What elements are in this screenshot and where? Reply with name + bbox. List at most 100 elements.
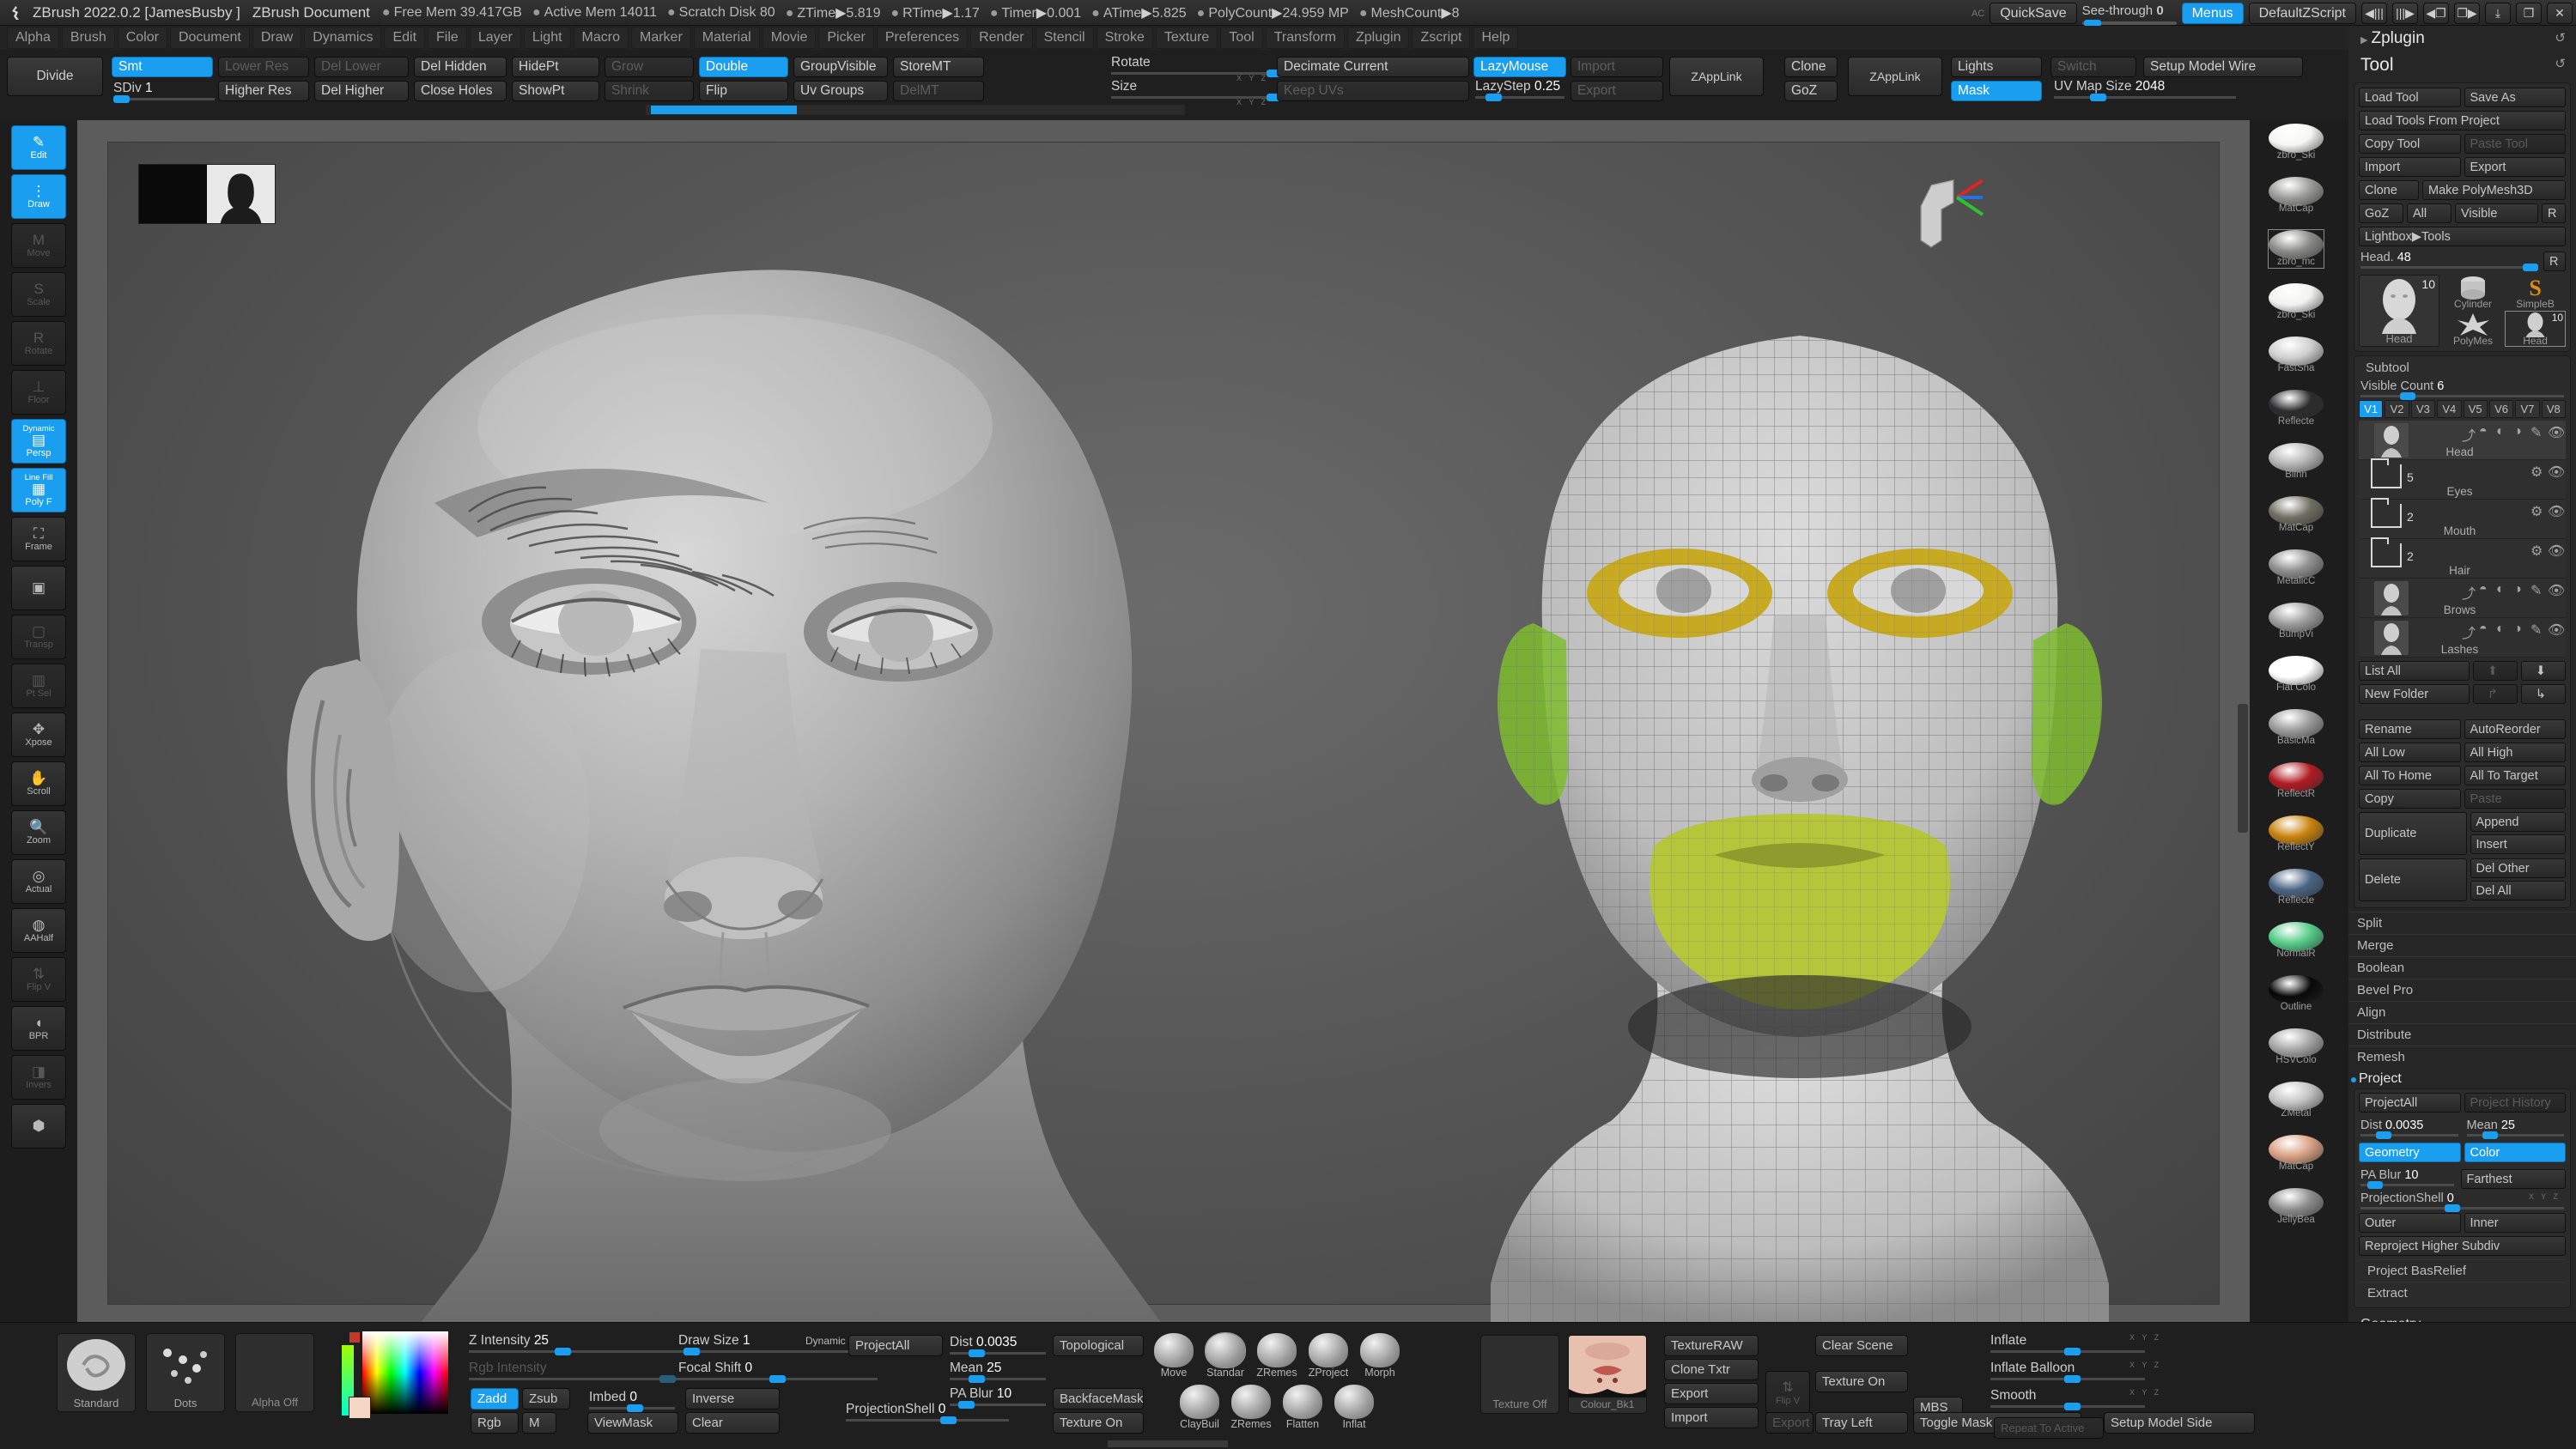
project-basrelief-item[interactable]: Project BasRelief (2359, 1259, 2566, 1282)
visible-count-slider[interactable]: Visible Count 6 (2360, 379, 2564, 397)
menu-edit[interactable]: Edit (384, 27, 425, 49)
rail-frame-button[interactable]: ⛶Frame (11, 517, 66, 561)
section-split[interactable]: Split (2348, 912, 2576, 934)
rail-persp3d-button[interactable]: ⬢ (11, 1104, 66, 1149)
visibility-tab-v7[interactable]: V7 (2515, 400, 2539, 418)
double-button[interactable]: Double (699, 57, 788, 77)
export-dim-button[interactable]: Export (1765, 1412, 1814, 1434)
zadd-button[interactable]: Zadd (471, 1388, 519, 1410)
rail-camera-button[interactable]: ▣ (11, 566, 66, 610)
uv-map-size-slider[interactable]: UV Map Size 2048 (2054, 79, 2236, 99)
menu-transform[interactable]: Transform (1266, 27, 1345, 49)
gear-icon[interactable]: ⚙ (2530, 543, 2543, 555)
material-17[interactable]: HSVColo (2269, 1028, 2324, 1066)
brush-icon[interactable]: ✎ (2530, 424, 2543, 437)
menu-help[interactable]: Help (1473, 27, 1518, 49)
smooth-slider[interactable]: Smooth (1990, 1388, 2145, 1408)
subtool-item-brows[interactable]: ⤴◓◐◑✎👁Brows (2359, 579, 2566, 618)
clear-scene-button[interactable]: Clear Scene (1815, 1335, 1908, 1356)
r-button[interactable]: R (2542, 203, 2566, 223)
secondary-color-swatch[interactable] (349, 1331, 361, 1343)
project-all-button[interactable]: ProjectAll (2359, 1093, 2461, 1113)
eye-icon[interactable]: 👁 (2548, 621, 2561, 634)
import-button[interactable]: Import (2359, 157, 2461, 177)
tool-thumb-head-large[interactable]: 10 Head (2359, 275, 2439, 347)
rail-zoom-button[interactable]: 🔍Zoom (11, 810, 66, 855)
material-2[interactable]: zbro_mc (2269, 230, 2324, 268)
dock-left-icon[interactable]: ◀❐ (2423, 3, 2449, 24)
rename-button[interactable]: Rename (2359, 719, 2461, 739)
viewport-canvas[interactable] (107, 142, 2220, 1305)
project-section-header[interactable]: Project (2348, 1068, 2576, 1088)
tool-thumb-simplebrush[interactable]: S SimpleB (2506, 275, 2565, 309)
z-intensity-slider[interactable]: Z Intensity 25 (469, 1333, 682, 1353)
contrast-icon[interactable]: ◑ (2513, 621, 2526, 634)
zsub-button[interactable]: Zsub (522, 1388, 570, 1410)
close-icon[interactable]: ✕ (2547, 3, 2573, 24)
flip-v-button[interactable]: ⇅ Flip V (1765, 1371, 1810, 1414)
circles-icon[interactable]: ◓ (2479, 582, 2492, 595)
sdiv-slider[interactable]: SDiv 1 (113, 81, 215, 100)
rail-transp-button[interactable]: ▢Transp (11, 615, 66, 659)
brush-icon[interactable]: ✎ (2530, 621, 2543, 634)
texture-off-thumbnail[interactable]: Texture Off (1480, 1335, 1559, 1414)
menu-document[interactable]: Document (170, 27, 250, 49)
brush-zremes[interactable]: ZRemes (1228, 1385, 1274, 1431)
minimize-icon[interactable]: ⤓ (2485, 3, 2511, 24)
store-mt-button[interactable]: StoreMT (893, 57, 984, 77)
brush-morph[interactable]: Morph (1357, 1333, 1403, 1379)
section-distribute[interactable]: Distribute (2348, 1023, 2576, 1046)
see-through-slider[interactable]: See-through 0 (2082, 2, 2177, 25)
all-low-button[interactable]: All Low (2359, 743, 2461, 762)
rail-ptsel-button[interactable]: ▥Pt Sel (11, 664, 66, 708)
menu-preferences[interactable]: Preferences (877, 27, 968, 49)
inflate-slider[interactable]: Inflate (1990, 1333, 2145, 1353)
arrow-icon[interactable]: ⤴ (2462, 621, 2475, 634)
arrow-icon[interactable]: ⤴ (2462, 424, 2475, 437)
import-texture-button[interactable]: Import (1664, 1407, 1759, 1428)
eye-icon[interactable]: 👁 (2548, 503, 2561, 516)
backface-mask-button[interactable]: BackfaceMask (1053, 1388, 1144, 1410)
size-slider[interactable]: Size (1111, 79, 1283, 99)
copy-tool-button[interactable]: Copy Tool (2359, 134, 2461, 154)
rgb-button[interactable]: Rgb (471, 1412, 519, 1434)
menu-stroke[interactable]: Stroke (1097, 27, 1153, 49)
new-folder-button[interactable]: New Folder (2359, 684, 2470, 704)
del-all-button[interactable]: Del All (2470, 881, 2567, 900)
rail-aahalf-button[interactable]: ◍AAHalf (11, 908, 66, 953)
del-lower-button[interactable]: Del Lower (314, 57, 409, 77)
zapplink-button[interactable]: ZAppLink (1669, 57, 1764, 96)
menu-tool[interactable]: Tool (1220, 27, 1262, 49)
project-history-button[interactable]: Project History (2464, 1093, 2567, 1113)
list-all-button[interactable]: List All (2359, 661, 2470, 681)
subtool-item-lashes[interactable]: ⤴◓◐◑✎👁Lashes (2359, 618, 2566, 658)
menu-zscript[interactable]: Zscript (1412, 27, 1470, 49)
rail-bpr-button[interactable]: ◖BPR (11, 1006, 66, 1051)
close-holes-button[interactable]: Close Holes (414, 81, 507, 101)
tool-thumb-cylinder[interactable]: Cylinder (2442, 275, 2504, 309)
m-button[interactable]: M (522, 1412, 556, 1434)
smt-button[interactable]: Smt (112, 57, 213, 77)
paste-tool-button[interactable]: Paste Tool (2464, 134, 2567, 154)
material-0[interactable]: zbro_Ski (2269, 124, 2324, 161)
half-circle-icon[interactable]: ◐ (2496, 621, 2509, 634)
current-brush-thumbnail[interactable]: Standard (57, 1333, 136, 1412)
export-button-shelf[interactable]: Export (1571, 81, 1663, 101)
lazystep-slider[interactable]: LazyStep 0.25 (1475, 79, 1564, 99)
brush-standar[interactable]: Standar (1202, 1333, 1249, 1379)
mean-slider[interactable]: Mean 25 (2467, 1119, 2565, 1137)
indent-icon[interactable]: ↳ (2521, 684, 2566, 704)
menu-zplugin[interactable]: Zplugin (1347, 27, 1409, 49)
eye-icon[interactable]: 👁 (2548, 543, 2561, 555)
horizontal-scrollbar[interactable] (1108, 1440, 1228, 1447)
geometry-toggle-button[interactable]: Geometry (2359, 1143, 2461, 1162)
group-visible-button[interactable]: GroupVisible (793, 57, 888, 77)
menu-stencil[interactable]: Stencil (1036, 27, 1094, 49)
grow-button[interactable]: Grow (605, 57, 694, 77)
mask-button[interactable]: Mask (1951, 81, 2042, 101)
topological-button[interactable]: Topological (1053, 1335, 1144, 1356)
view-mask-button[interactable]: ViewMask (587, 1412, 678, 1434)
mean-slider-bottom[interactable]: Mean 25 (950, 1361, 1046, 1380)
subtool-item-hair[interactable]: 2⚙👁Hair (2359, 539, 2566, 579)
insert-button[interactable]: Insert (2470, 834, 2567, 854)
